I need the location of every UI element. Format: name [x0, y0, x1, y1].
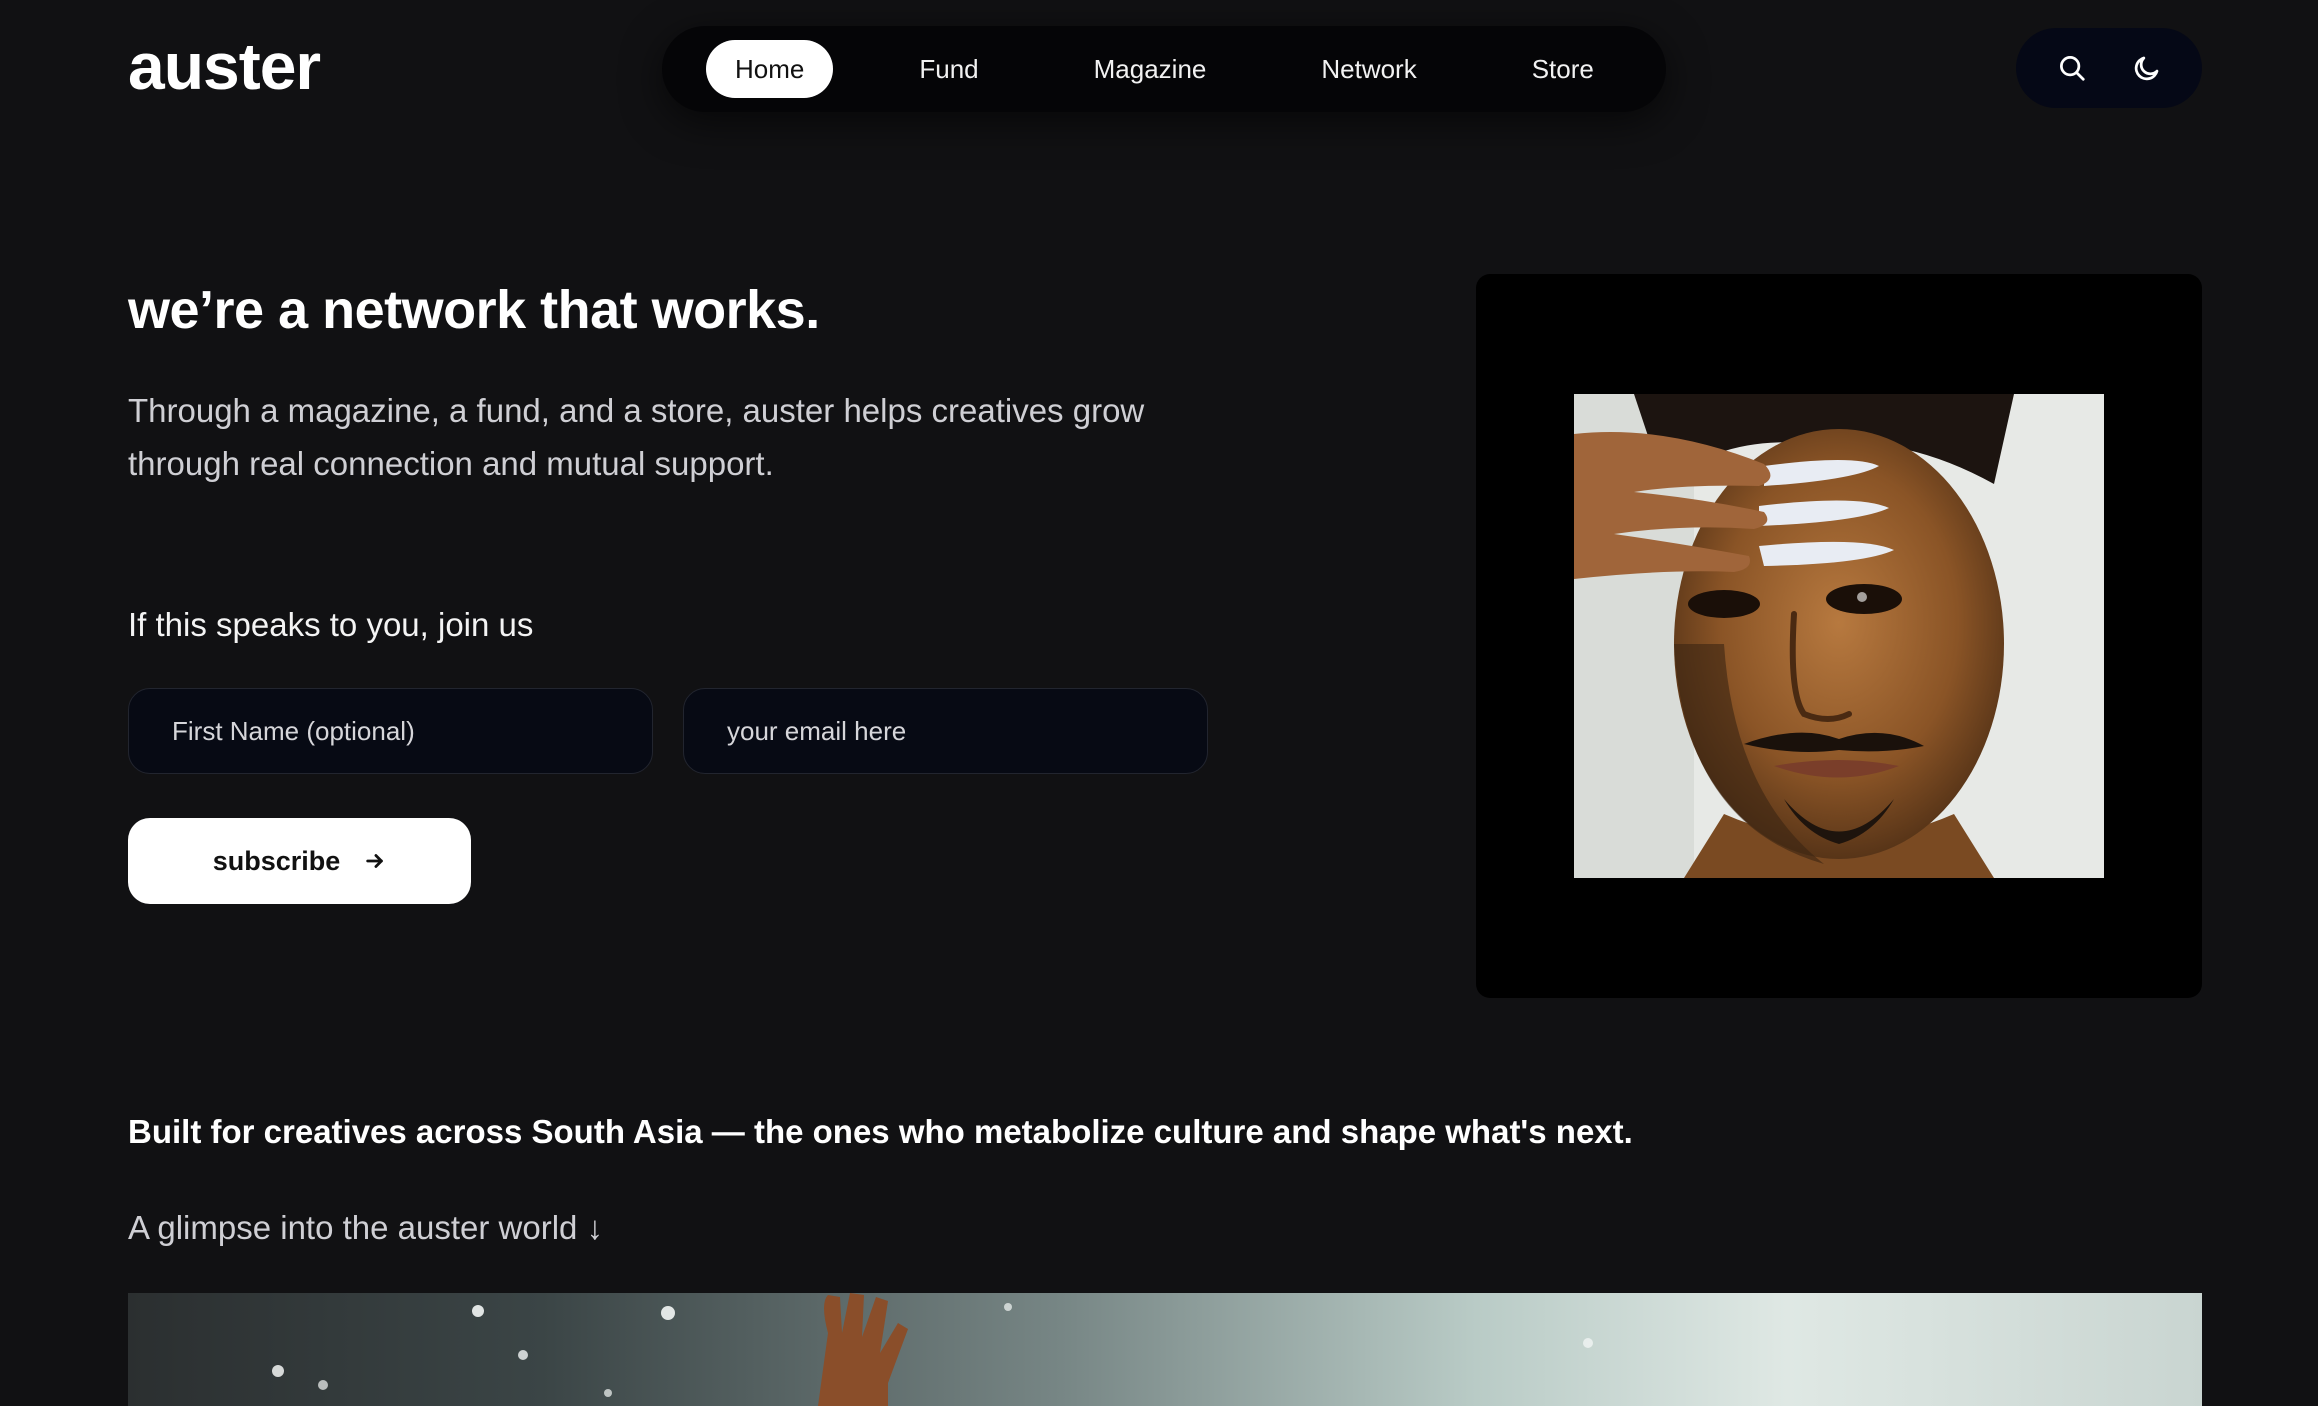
hero-portrait-image [1574, 394, 2104, 878]
main-nav: Home Fund Magazine Network Store [662, 26, 1666, 112]
brand-logo[interactable]: auster [128, 26, 321, 106]
theme-toggle-button[interactable] [2117, 38, 2177, 98]
page: auster Home Fund Magazine Network Store … [0, 0, 2318, 1406]
page-title: we’re a network that works. [128, 280, 820, 340]
join-prompt: If this speaks to you, join us [128, 606, 534, 643]
section-tagline: Built for creatives across South Asia — … [128, 1113, 1633, 1150]
arrow-right-icon [366, 854, 384, 868]
hero-image-card [1476, 274, 2202, 998]
nav-item-fund[interactable]: Fund [890, 40, 1007, 98]
moon-icon [2134, 56, 2158, 81]
nav-item-network[interactable]: Network [1292, 40, 1445, 98]
nav-item-home[interactable]: Home [706, 40, 834, 98]
first-name-input[interactable] [128, 688, 653, 774]
header-tools [2016, 28, 2202, 108]
nav-item-store[interactable]: Store [1503, 40, 1623, 98]
search-button[interactable] [2042, 38, 2102, 98]
hero-description: Through a magazine, a fund, and a store,… [128, 392, 1145, 482]
subscribe-button[interactable]: subscribe [128, 818, 471, 904]
glimpse-heading: A glimpse into the auster world ↓ [128, 1209, 604, 1246]
search-icon [2059, 56, 2085, 81]
nav-item-magazine[interactable]: Magazine [1065, 40, 1236, 98]
email-input[interactable] [683, 688, 1208, 774]
portrait-illustration [1574, 394, 2104, 878]
subscribe-label: subscribe [212, 845, 341, 876]
banner-illustration [272, 1293, 1593, 1406]
gallery-banner-image [128, 1293, 2202, 1406]
